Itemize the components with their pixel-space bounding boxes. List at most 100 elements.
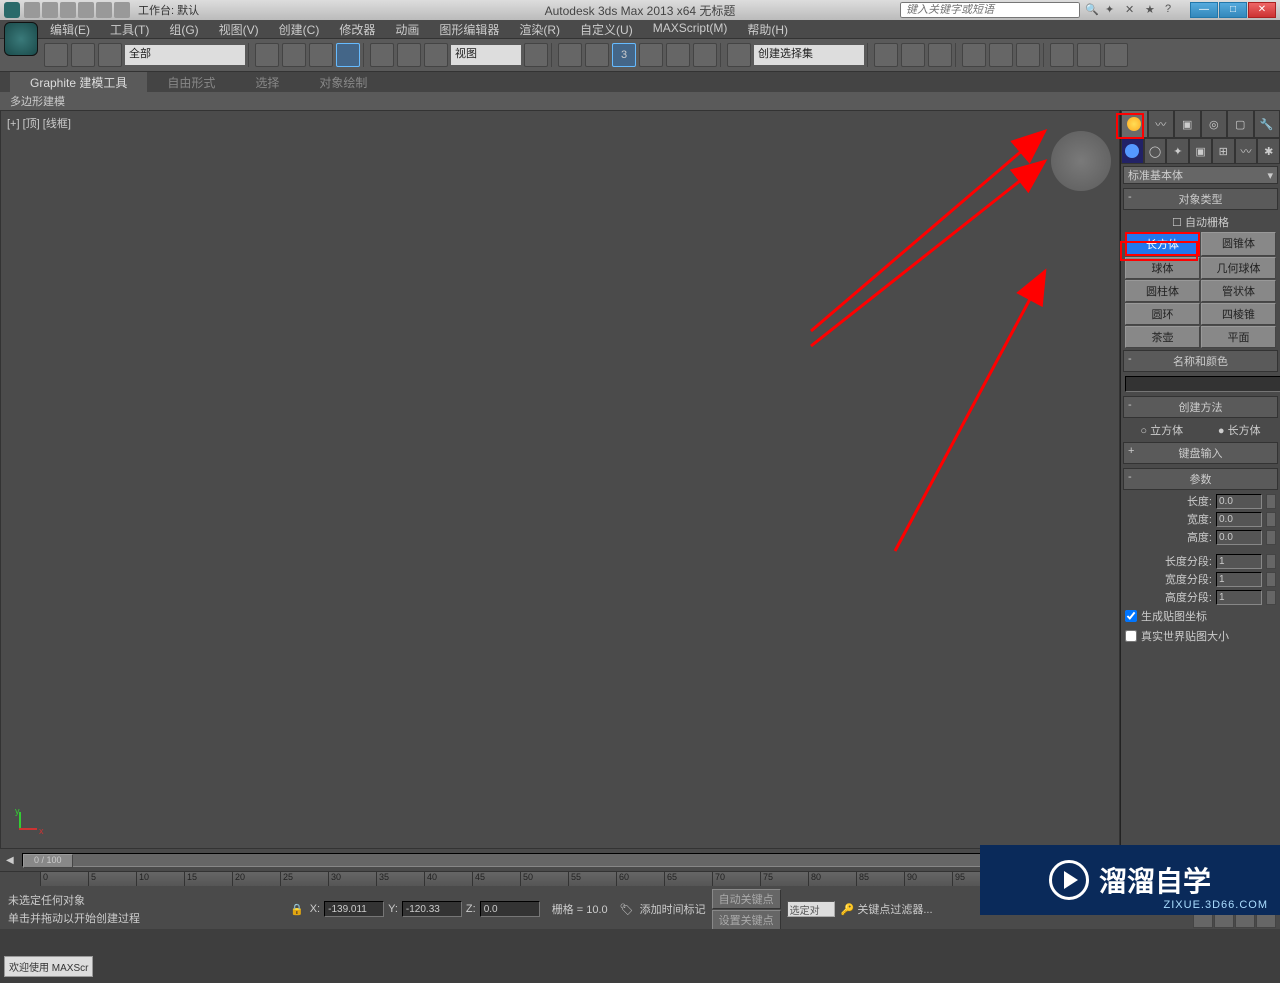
layers-icon[interactable] [928, 43, 952, 67]
box-radio[interactable]: ● 长方体 [1218, 422, 1261, 438]
tube-button[interactable]: 管状体 [1201, 280, 1276, 302]
helpers-category[interactable]: ⊞ [1212, 138, 1235, 164]
angle-snap-icon[interactable] [639, 43, 663, 67]
create-tab[interactable] [1121, 110, 1148, 138]
snap-3d-icon[interactable]: 3 [612, 43, 636, 67]
real-world-checkbox[interactable] [1125, 630, 1137, 642]
lock-icon[interactable]: 🔒 [290, 903, 304, 916]
cameras-category[interactable]: ▣ [1189, 138, 1212, 164]
spinner-arrows[interactable] [1266, 554, 1276, 569]
ribbon-tab-freeform[interactable]: 自由形式 [147, 72, 235, 92]
align-icon[interactable] [901, 43, 925, 67]
application-button[interactable] [4, 22, 38, 56]
redo-icon[interactable] [96, 2, 112, 18]
rollout-name-color[interactable]: -名称和颜色 [1123, 350, 1278, 372]
geometry-type-dropdown[interactable]: 标准基本体▾ [1123, 166, 1278, 184]
time-slider-handle[interactable]: 0 / 100 [23, 854, 73, 868]
percent-snap-icon[interactable] [666, 43, 690, 67]
exchange-icon[interactable]: ✕ [1125, 3, 1139, 17]
rollout-object-type[interactable]: -对象类型 [1123, 188, 1278, 210]
teapot-button[interactable]: 茶壶 [1125, 326, 1200, 348]
app-menu-button[interactable] [4, 2, 20, 18]
object-name-input[interactable] [1125, 376, 1280, 392]
height-spinner[interactable]: 0.0 [1216, 530, 1262, 545]
rendered-frame-icon[interactable] [1077, 43, 1101, 67]
cylinder-button[interactable]: 圆柱体 [1125, 280, 1200, 302]
named-selection-dropdown[interactable]: 创建选择集 [754, 45, 864, 65]
lseg-spinner[interactable]: 1 [1216, 554, 1262, 569]
ribbon-panel-polymodel[interactable]: 多边形建模 [0, 92, 1280, 110]
modify-tab[interactable]: 〰 [1148, 110, 1175, 138]
plane-button[interactable]: 平面 [1201, 326, 1276, 348]
open-icon[interactable] [42, 2, 58, 18]
close-button[interactable]: ✕ [1248, 2, 1276, 18]
motion-tab[interactable]: ◎ [1201, 110, 1228, 138]
viewport-label[interactable]: [+] [顶] [线框] [7, 115, 71, 131]
z-coord[interactable]: 0.0 [480, 901, 540, 917]
save-icon[interactable] [60, 2, 76, 18]
menu-customize[interactable]: 自定义(U) [570, 20, 643, 38]
active-viewport[interactable]: [+] [顶] [线框] yx [1, 111, 1119, 848]
cone-button[interactable]: 圆锥体 [1201, 232, 1276, 256]
named-selection-edit-icon[interactable] [727, 43, 751, 67]
menu-edit[interactable]: 编辑(E) [40, 20, 100, 38]
time-tag-icon[interactable]: 🏷 [620, 903, 634, 916]
length-spinner[interactable]: 0.0 [1216, 494, 1262, 509]
render-setup-icon[interactable] [1050, 43, 1074, 67]
cube-radio[interactable]: ○ 立方体 [1140, 422, 1183, 438]
search-input[interactable] [900, 2, 1080, 18]
gen-mapping-checkbox[interactable] [1125, 610, 1137, 622]
spinner-arrows[interactable] [1266, 494, 1276, 509]
window-crossing-icon[interactable] [336, 43, 360, 67]
selection-filter-dropdown[interactable]: 全部 [125, 45, 245, 65]
spacewarps-category[interactable]: 〰 [1235, 138, 1258, 164]
shapes-category[interactable]: ◯ [1144, 138, 1167, 164]
sphere-button[interactable]: 球体 [1125, 257, 1200, 279]
curve-editor-icon[interactable] [962, 43, 986, 67]
x-coord[interactable]: -139.011 [324, 901, 384, 917]
menu-help[interactable]: 帮助(H) [737, 20, 798, 38]
systems-category[interactable]: ✱ [1257, 138, 1280, 164]
box-button[interactable]: 长方体 [1125, 232, 1200, 256]
workspace-dropdown[interactable]: 工作台: 默认 [138, 2, 199, 18]
help-icon[interactable]: ? [1165, 3, 1179, 17]
spinner-arrows[interactable] [1266, 572, 1276, 587]
geosphere-button[interactable]: 几何球体 [1201, 257, 1276, 279]
ribbon-tab-selection[interactable]: 选择 [235, 72, 299, 92]
display-tab[interactable]: ▢ [1227, 110, 1254, 138]
set-key-button[interactable]: 设置关键点 [712, 910, 781, 930]
project-icon[interactable] [114, 2, 130, 18]
menu-create[interactable]: 创建(C) [269, 20, 330, 38]
subscription-icon[interactable]: ✦ [1105, 3, 1119, 17]
timeline-prev-icon[interactable]: ◀ [6, 855, 14, 866]
menu-animation[interactable]: 动画 [385, 20, 429, 38]
select-by-name-icon[interactable] [282, 43, 306, 67]
ribbon-tab-graphite[interactable]: Graphite 建模工具 [10, 72, 147, 92]
ref-coord-dropdown[interactable]: 视图 [451, 45, 521, 65]
select-object-icon[interactable] [255, 43, 279, 67]
auto-key-button[interactable]: 自动关键点 [712, 889, 781, 909]
spinner-arrows[interactable] [1266, 590, 1276, 605]
infocenter-search[interactable] [900, 2, 1080, 18]
new-icon[interactable] [24, 2, 40, 18]
rotate-icon[interactable] [397, 43, 421, 67]
spinner-arrows[interactable] [1266, 530, 1276, 545]
rollout-keyboard-entry[interactable]: +键盘输入 [1123, 442, 1278, 464]
geometry-category[interactable] [1121, 138, 1144, 164]
torus-button[interactable]: 圆环 [1125, 303, 1200, 325]
pyramid-button[interactable]: 四棱锥 [1201, 303, 1276, 325]
undo-icon[interactable] [78, 2, 94, 18]
favorite-icon[interactable]: ★ [1145, 3, 1159, 17]
unlink-icon[interactable] [71, 43, 95, 67]
wseg-spinner[interactable]: 1 [1216, 572, 1262, 587]
utilities-tab[interactable]: 🔧 [1254, 110, 1280, 138]
maxscript-listener[interactable]: 欢迎使用 MAXScr [4, 956, 93, 977]
mirror-icon[interactable] [874, 43, 898, 67]
hierarchy-tab[interactable]: ▣ [1174, 110, 1201, 138]
menu-maxscript[interactable]: MAXScript(M) [643, 20, 738, 38]
menu-rendering[interactable]: 渲染(R) [509, 20, 570, 38]
rollout-create-method[interactable]: -创建方法 [1123, 396, 1278, 418]
maximize-button[interactable]: □ [1219, 2, 1247, 18]
schematic-view-icon[interactable] [989, 43, 1013, 67]
menu-group[interactable]: 组(G) [159, 20, 208, 38]
